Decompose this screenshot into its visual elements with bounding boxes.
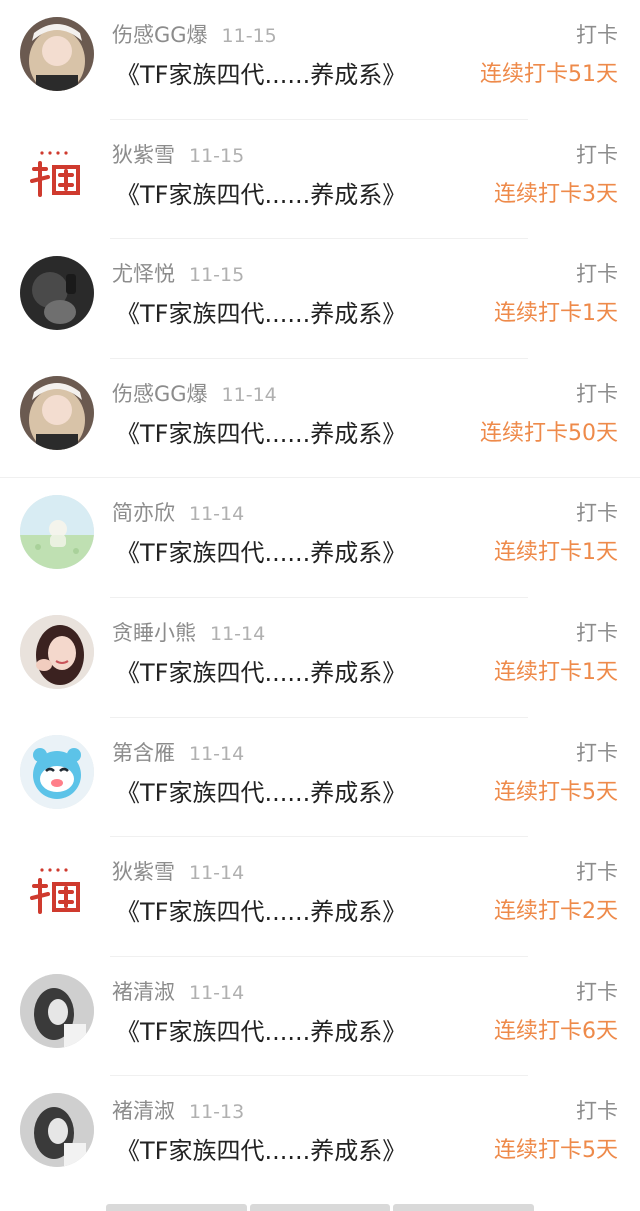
girl-selfie-avatar-icon (20, 614, 94, 689)
username-text: 简亦欣 (112, 501, 175, 526)
user-avatar[interactable] (20, 495, 94, 570)
book-title[interactable]: 《TF家族四代......养成系》 (116, 537, 406, 569)
list-item[interactable]: 伤感GG爆 11-15 《TF家族四代......养成系》 打卡 连续打卡51天 (0, 0, 640, 120)
post-date: 11-14 (189, 742, 245, 765)
username-text: 尤怿悦 (112, 262, 175, 287)
post-date: 11-15 (189, 264, 245, 287)
username: 简亦欣 11-14 (112, 499, 244, 528)
user-avatar[interactable] (20, 17, 94, 91)
user-avatar[interactable] (20, 973, 94, 1048)
user-avatar[interactable] (20, 256, 94, 331)
username: 伤感GG爆 11-15 (112, 21, 277, 50)
list-item[interactable]: 狄紫雪 11-15 《TF家族四代......养成系》 打卡 连续打卡3天 (0, 120, 640, 240)
streak-count: 连续打卡1天 (494, 540, 618, 566)
book-title[interactable]: 《TF家族四代......养成系》 (116, 59, 406, 91)
checkin-label: 打卡 (576, 142, 618, 167)
list-item[interactable]: 褚清淑 11-14 《TF家族四代......养成系》 打卡 连续打卡6天 (0, 957, 640, 1077)
grayscale-photo-avatar-icon (20, 973, 94, 1048)
username-text: 第含雁 (112, 740, 175, 765)
username-text: 狄紫雪 (112, 142, 175, 167)
girl-portrait-avatar-icon (20, 375, 94, 450)
red-logo-avatar-icon (20, 854, 94, 929)
username-text: 伤感GG爆 (112, 23, 208, 47)
user-avatar[interactable] (20, 136, 94, 211)
book-title[interactable]: 《TF家族四代......养成系》 (116, 1016, 406, 1048)
red-logo-avatar-icon (20, 136, 94, 211)
list-item[interactable]: 伤感GG爆 11-14 《TF家族四代......养成系》 打卡 连续打卡50天 (0, 359, 640, 479)
girl-portrait-avatar-icon (20, 17, 94, 91)
post-date: 11-14 (210, 622, 266, 645)
checkin-label: 打卡 (576, 620, 618, 645)
checkin-label: 打卡 (576, 23, 618, 47)
dark-photo-avatar-icon (20, 256, 94, 331)
checkin-label: 打卡 (576, 860, 618, 885)
list-item[interactable]: 狄紫雪 11-14 《TF家族四代......养成系》 打卡 连续打卡2天 (0, 837, 640, 957)
username-text: 褚清淑 (112, 1099, 175, 1124)
username: 狄紫雪 11-15 (112, 141, 244, 170)
username: 狄紫雪 11-14 (112, 858, 244, 887)
post-date: 11-14 (189, 862, 245, 885)
checkin-feed-list: 伤感GG爆 11-15 《TF家族四代......养成系》 打卡 连续打卡51天 (0, 0, 640, 1196)
list-item[interactable]: 贪睡小熊 11-14 《TF家族四代......养成系》 打卡 连续打卡1天 (0, 598, 640, 718)
streak-count: 连续打卡5天 (494, 1138, 618, 1164)
book-title[interactable]: 《TF家族四代......养成系》 (116, 418, 406, 450)
user-avatar[interactable] (20, 734, 94, 809)
list-item[interactable]: 简亦欣 11-14 《TF家族四代......养成系》 打卡 连续打卡1天 (0, 478, 640, 598)
book-title[interactable]: 《TF家族四代......养成系》 (116, 777, 406, 809)
username-text: 伤感GG爆 (112, 381, 208, 406)
username: 褚清淑 11-13 (112, 1097, 244, 1126)
streak-count: 连续打卡5天 (494, 779, 618, 805)
checkin-label: 打卡 (576, 381, 618, 406)
list-item[interactable]: 尤怿悦 11-15 《TF家族四代......养成系》 打卡 连续打卡1天 (0, 239, 640, 359)
username: 伤感GG爆 11-14 (112, 380, 277, 409)
streak-count: 连续打卡2天 (494, 899, 618, 925)
checkin-label: 打卡 (576, 262, 618, 287)
username: 褚清淑 11-14 (112, 978, 244, 1007)
book-title[interactable]: 《TF家族四代......养成系》 (116, 896, 406, 928)
bottom-scroll-indicator (106, 1204, 535, 1211)
post-date: 11-15 (189, 144, 245, 167)
scroll-indicator-segment (249, 1204, 391, 1211)
streak-count: 连续打卡6天 (494, 1018, 618, 1044)
streak-count: 连续打卡1天 (494, 301, 618, 327)
post-date: 11-14 (221, 383, 277, 406)
book-title[interactable]: 《TF家族四代......养成系》 (116, 1135, 406, 1167)
post-date: 11-13 (189, 1101, 245, 1124)
scroll-indicator-segment (393, 1204, 535, 1211)
list-item[interactable]: 第含雁 11-14 《TF家族四代......养成系》 打卡 连续打卡5天 (0, 718, 640, 838)
scroll-indicator-segment (106, 1204, 247, 1211)
username-text: 褚清淑 (112, 979, 175, 1004)
user-avatar[interactable] (20, 375, 94, 450)
pastel-illustration-avatar-icon (20, 495, 94, 570)
checkin-label: 打卡 (576, 979, 618, 1004)
streak-count: 连续打卡1天 (494, 659, 618, 685)
username: 第含雁 11-14 (112, 739, 244, 768)
streak-count: 连续打卡50天 (480, 420, 618, 446)
book-title[interactable]: 《TF家族四代......养成系》 (116, 298, 406, 330)
username-text: 贪睡小熊 (112, 620, 196, 645)
blue-cartoon-avatar-icon (20, 734, 94, 809)
post-date: 11-14 (189, 503, 245, 526)
post-date: 11-14 (189, 981, 245, 1004)
streak-count: 连续打卡51天 (480, 62, 618, 87)
checkin-label: 打卡 (576, 501, 618, 526)
streak-count: 连续打卡3天 (494, 181, 618, 207)
username-text: 狄紫雪 (112, 860, 175, 885)
user-avatar[interactable] (20, 614, 94, 689)
username: 尤怿悦 11-15 (112, 260, 244, 289)
user-avatar[interactable] (20, 1093, 94, 1168)
checkin-label: 打卡 (576, 1099, 618, 1124)
book-title[interactable]: 《TF家族四代......养成系》 (116, 657, 406, 689)
list-item[interactable]: 褚清淑 11-13 《TF家族四代......养成系》 打卡 连续打卡5天 (0, 1076, 640, 1196)
grayscale-photo-avatar-icon (20, 1093, 94, 1168)
checkin-label: 打卡 (576, 740, 618, 765)
book-title[interactable]: 《TF家族四代......养成系》 (116, 179, 406, 211)
post-date: 11-15 (221, 25, 277, 47)
user-avatar[interactable] (20, 854, 94, 929)
username: 贪睡小熊 11-14 (112, 619, 265, 648)
